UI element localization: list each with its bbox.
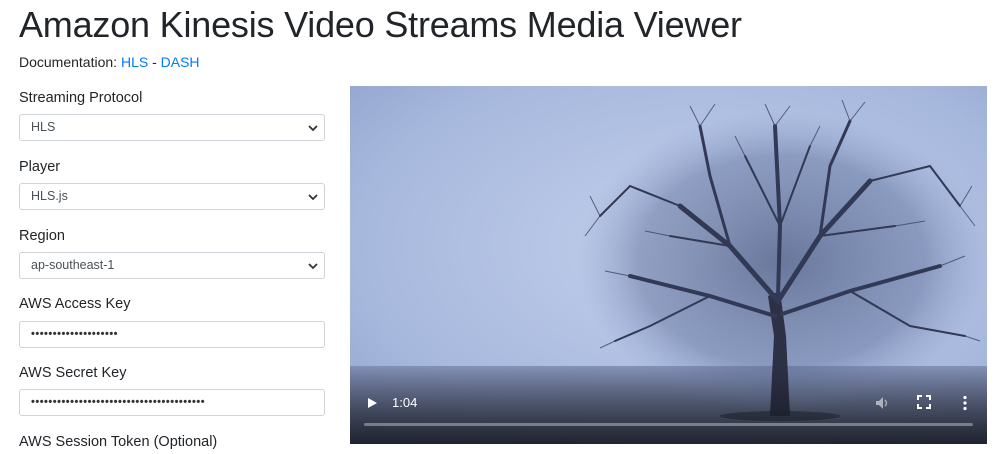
secret-key-input[interactable]: •••••••••••••••••••••••••••••••••••••••• bbox=[19, 389, 325, 416]
documentation-line: Documentation: HLS - DASH bbox=[19, 53, 200, 71]
video-player[interactable]: 1:04 bbox=[350, 86, 987, 444]
controls-overlay bbox=[350, 364, 987, 444]
chevron-down-icon bbox=[308, 125, 318, 132]
access-key-label: AWS Access Key bbox=[19, 296, 131, 312]
volume-muted-icon[interactable] bbox=[874, 395, 890, 411]
region-value: ap-southeast-1 bbox=[31, 258, 115, 272]
streaming-protocol-select[interactable]: HLS bbox=[19, 114, 325, 141]
player-value: HLS.js bbox=[31, 189, 68, 203]
region-label: Region bbox=[19, 228, 65, 244]
player-select[interactable]: HLS.js bbox=[19, 183, 325, 210]
current-time: 1:04 bbox=[392, 395, 418, 410]
secret-key-value: •••••••••••••••••••••••••••••••••••••••• bbox=[31, 396, 206, 408]
streaming-protocol-label: Streaming Protocol bbox=[19, 90, 143, 106]
more-options-icon[interactable] bbox=[962, 395, 968, 411]
hls-docs-link[interactable]: HLS bbox=[121, 54, 148, 70]
secret-key-label: AWS Secret Key bbox=[19, 365, 127, 381]
play-icon[interactable] bbox=[366, 397, 378, 409]
access-key-input[interactable]: •••••••••••••••••••• bbox=[19, 321, 325, 348]
streaming-protocol-value: HLS bbox=[31, 120, 56, 134]
dash-docs-link[interactable]: DASH bbox=[161, 54, 200, 70]
region-select[interactable]: ap-southeast-1 bbox=[19, 252, 325, 279]
chevron-down-icon bbox=[308, 194, 318, 201]
session-token-label: AWS Session Token (Optional) bbox=[19, 434, 218, 450]
documentation-label: Documentation: bbox=[19, 54, 118, 70]
docs-separator: - bbox=[148, 54, 161, 70]
access-key-value: •••••••••••••••••••• bbox=[31, 328, 119, 340]
page: Amazon Kinesis Video Streams Media Viewe… bbox=[0, 0, 1008, 454]
page-title: Amazon Kinesis Video Streams Media Viewe… bbox=[19, 4, 742, 45]
fullscreen-icon[interactable] bbox=[917, 395, 931, 409]
progress-bar[interactable] bbox=[364, 423, 973, 426]
chevron-down-icon bbox=[308, 263, 318, 270]
player-label: Player bbox=[19, 159, 61, 175]
